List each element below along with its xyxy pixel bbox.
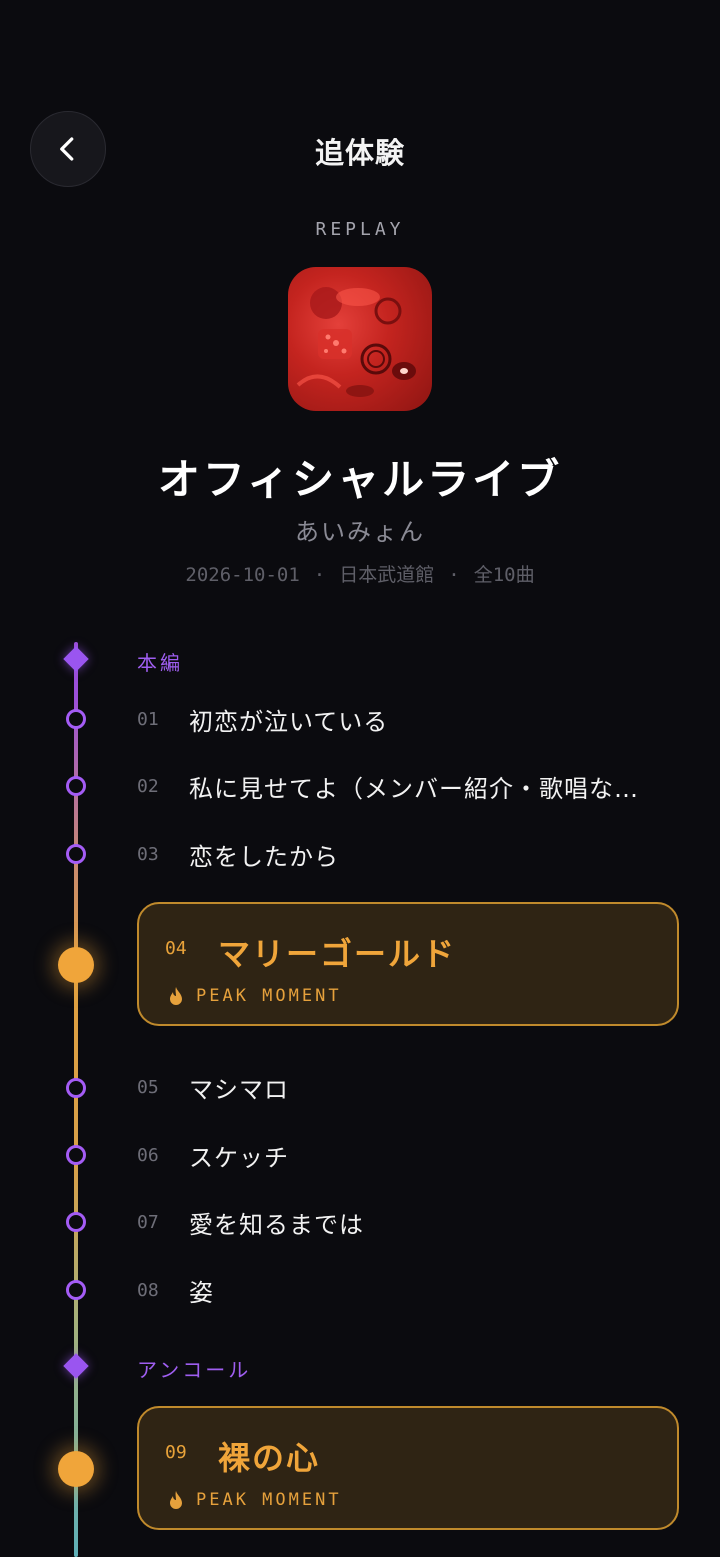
peak-moment-badge: PEAK MOMENT (168, 986, 342, 1006)
track-number: 04 (165, 938, 187, 959)
track-number: 02 (137, 775, 159, 797)
track-number: 08 (137, 1279, 159, 1301)
section-marker-encore (63, 1353, 89, 1379)
track-title: 初恋が泣いている (189, 707, 389, 736)
track-row[interactable]: 05 マシマロ (137, 1067, 680, 1107)
meta-separator: · (448, 564, 460, 586)
page-title: 追体験 (314, 136, 405, 170)
track-title: 裸の心 (218, 1439, 321, 1477)
track-number: 01 (137, 708, 159, 730)
replay-eyebrow: REPLAY (315, 219, 405, 240)
track-count: 全10曲 (473, 564, 535, 586)
flame-icon (170, 987, 182, 1005)
timeline-node (66, 709, 86, 729)
track-title: マシマロ (189, 1075, 289, 1104)
peak-timeline-node (58, 947, 94, 983)
track-row[interactable]: 07 愛を知るまでは (137, 1202, 680, 1242)
peak-moment-label: PEAK MOMENT (196, 986, 342, 1006)
track-number: 03 (137, 843, 159, 865)
timeline-node (66, 1145, 86, 1165)
track-number: 07 (137, 1211, 159, 1233)
track-number: 05 (137, 1076, 159, 1098)
concert-date: 2026-10-01 (185, 564, 300, 586)
peak-track-card[interactable]: 09 裸の心 PEAK MOMENT (137, 1406, 679, 1530)
timeline-node (66, 1212, 86, 1232)
artist-name: あいみょん (295, 518, 425, 546)
track-title: スケッチ (189, 1143, 289, 1172)
timeline-node (66, 844, 86, 864)
timeline-node (66, 1280, 86, 1300)
track-row[interactable]: 06 スケッチ (137, 1135, 680, 1175)
track-number: 06 (137, 1144, 159, 1166)
meta-separator: · (313, 564, 326, 586)
peak-moment-label: PEAK MOMENT (196, 1490, 342, 1510)
track-row[interactable]: 03 恋をしたから (137, 834, 680, 874)
track-row[interactable]: 01 初恋が泣いている (137, 699, 680, 739)
track-row[interactable]: 02 私に見せてよ（メンバー紹介・歌唱な… (137, 766, 680, 806)
section-label-main: 本編 (137, 651, 183, 675)
track-title: 恋をしたから (189, 842, 339, 871)
concert-meta: 2026-10-01 · 日本武道館 · 全10曲 (0, 560, 720, 587)
peak-track-card[interactable]: 04 マリーゴールド PEAK MOMENT (137, 902, 679, 1026)
track-title: 姿 (189, 1278, 214, 1307)
track-title: 愛を知るまでは (189, 1210, 364, 1239)
track-row[interactable]: 08 姿 (137, 1270, 680, 1310)
timeline-node (66, 1078, 86, 1098)
timeline-node (66, 776, 86, 796)
flame-icon (170, 1491, 182, 1509)
album-cover-image (288, 267, 432, 411)
peak-timeline-node (58, 1451, 94, 1487)
concert-venue: 日本武道館 (339, 564, 435, 586)
track-title: マリーゴールド (218, 935, 457, 973)
album-title: オフィシャルライブ (157, 455, 563, 504)
section-label-encore: アンコール (137, 1358, 252, 1382)
track-title: 私に見せてよ（メンバー紹介・歌唱な… (189, 774, 639, 803)
track-number: 09 (165, 1442, 187, 1463)
section-marker-main (63, 646, 89, 672)
peak-moment-badge: PEAK MOMENT (168, 1490, 342, 1510)
